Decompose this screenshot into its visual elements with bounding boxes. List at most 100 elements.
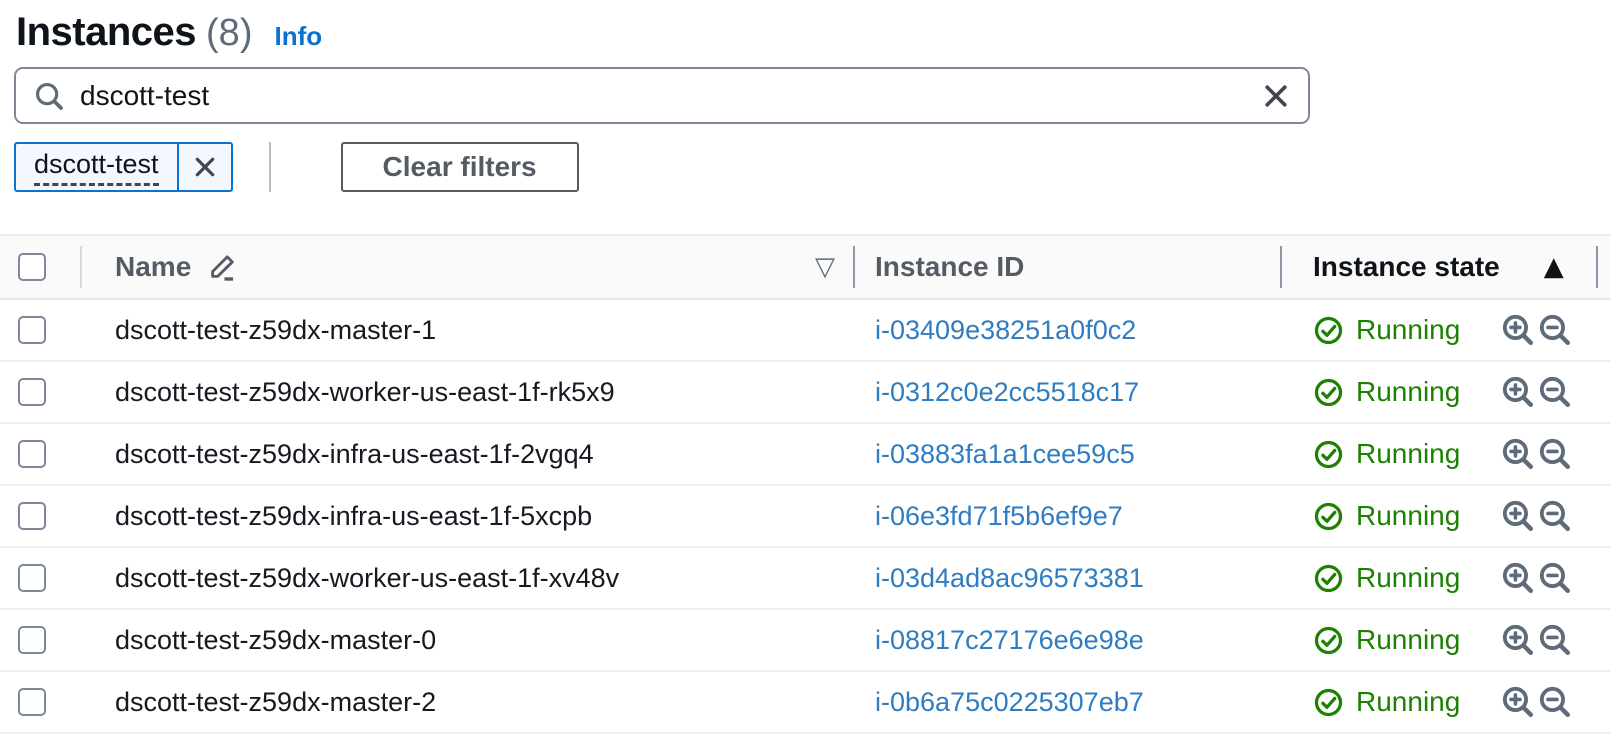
header-filler-cell [1598,236,1610,298]
column-header-instance-state[interactable]: Instance state ▲ [1282,236,1598,298]
instance-id-cell: i-0b6a75c0225307eb7 [855,672,1282,732]
instances-table: Name ▽ Instance ID Instance state ▲ dsco… [0,234,1610,734]
row-filler-cell [1598,300,1610,360]
status-running-icon [1314,378,1343,406]
status-badge: Running [1313,562,1460,594]
zoom-out-icon [1539,686,1570,717]
status-badge: Running [1313,500,1460,532]
name-cell: dscott-test-z59dx-infra-us-east-1f-2vgq4 [82,424,855,484]
instance-state-cell: Running [1282,486,1598,546]
sort-ascending-icon: ▲ [1543,252,1564,282]
zoom-out-filter-button[interactable] [1538,313,1572,347]
zoom-in-filter-button[interactable] [1501,499,1535,533]
zoom-in-filter-button[interactable] [1501,375,1535,409]
table-row: dscott-test-z59dx-infra-us-east-1f-2vgq4… [0,424,1610,486]
row-checkbox[interactable] [18,316,46,344]
status-badge: Running [1313,438,1460,470]
select-all-checkbox[interactable] [18,253,46,281]
status-text: Running [1356,624,1461,655]
edit-pencil-icon [207,252,237,282]
instance-id-link[interactable]: i-0b6a75c0225307eb7 [875,687,1144,718]
row-checkbox[interactable] [18,440,46,468]
column-header-instance-id[interactable]: Instance ID [855,236,1282,298]
status-badge: Running [1313,314,1460,346]
zoom-in-icon [1502,624,1533,655]
select-all-header-cell [0,236,82,298]
zoom-out-filter-button[interactable] [1538,561,1572,595]
zoom-out-filter-button[interactable] [1538,685,1572,719]
table-row: dscott-test-z59dx-worker-us-east-1f-xv48… [0,548,1610,610]
name-cell: dscott-test-z59dx-worker-us-east-1f-rk5x… [82,362,855,422]
zoom-out-filter-button[interactable] [1538,437,1572,471]
row-select-cell [0,300,82,360]
instance-state-cell: Running [1282,672,1598,732]
instance-state-cell: Running [1282,610,1598,670]
row-select-cell [0,672,82,732]
row-checkbox[interactable] [18,378,46,406]
page-title: Instances [16,10,197,54]
zoom-in-filter-button[interactable] [1501,313,1535,347]
row-checkbox[interactable] [18,688,46,716]
zoom-out-filter-button[interactable] [1538,623,1572,657]
search-box[interactable] [14,67,1310,124]
status-running-icon [1314,316,1343,344]
instance-state-cell: Running [1282,548,1598,608]
filter-token-dismiss-button[interactable] [179,144,231,190]
status-text: Running [1356,500,1461,531]
instance-id-link[interactable]: i-03d4ad8ac96573381 [875,563,1144,594]
status-text: Running [1356,314,1461,345]
instance-name: dscott-test-z59dx-infra-us-east-1f-2vgq4 [115,438,594,469]
column-header-name[interactable]: Name ▽ [82,236,855,298]
status-text: Running [1356,438,1461,469]
filter-separator [268,142,271,192]
table-header-row: Name ▽ Instance ID Instance state ▲ [0,236,1610,300]
zoom-out-filter-button[interactable] [1538,375,1572,409]
zoom-in-filter-button[interactable] [1501,561,1535,595]
zoom-out-icon [1539,562,1570,593]
zoom-in-filter-button[interactable] [1501,685,1535,719]
row-filler-cell [1598,424,1610,484]
instance-id-link[interactable]: i-08817c27176e6e98e [875,625,1144,656]
filter-token: dscott-test [14,142,233,192]
zoom-in-filter-button[interactable] [1501,437,1535,471]
status-badge: Running [1313,686,1460,718]
zoom-in-icon [1502,686,1533,717]
row-filler-cell [1598,672,1610,732]
clear-filters-button[interactable]: Clear filters [340,142,579,192]
instance-name: dscott-test-z59dx-worker-us-east-1f-xv48… [115,562,620,593]
instance-id-link[interactable]: i-0312c0e2cc5518c17 [875,377,1139,408]
instance-state-cell: Running [1282,424,1598,484]
instance-id-cell: i-03883fa1a1cee59c5 [855,424,1282,484]
instance-id-cell: i-03409e38251a0f0c2 [855,300,1282,360]
row-select-cell [0,548,82,608]
instance-id-link[interactable]: i-03409e38251a0f0c2 [875,315,1136,346]
info-link[interactable]: Info [274,21,322,52]
zoom-out-icon [1539,314,1570,345]
zoom-in-icon [1502,438,1533,469]
zoom-out-icon [1539,376,1570,407]
state-filter-icons [1501,437,1572,471]
instance-id-link[interactable]: i-06e3fd71f5b6ef9e7 [875,501,1123,532]
zoom-out-icon [1539,500,1570,531]
row-checkbox[interactable] [18,626,46,654]
instance-state-cell: Running [1282,300,1598,360]
state-filter-icons [1501,623,1572,657]
row-select-cell [0,610,82,670]
zoom-in-filter-button[interactable] [1501,623,1535,657]
instance-name: dscott-test-z59dx-master-1 [115,314,437,345]
search-input[interactable] [78,78,1260,113]
zoom-out-filter-button[interactable] [1538,499,1572,533]
table-row: dscott-test-z59dx-master-1 i-03409e38251… [0,300,1610,362]
status-running-icon [1314,688,1343,716]
filter-row: dscott-test Clear filters [14,142,1610,192]
state-filter-icons [1501,561,1572,595]
zoom-in-icon [1502,500,1533,531]
row-checkbox[interactable] [18,564,46,592]
row-checkbox[interactable] [18,502,46,530]
instance-id-link[interactable]: i-03883fa1a1cee59c5 [875,439,1135,470]
status-running-icon [1314,502,1343,530]
search-clear-button[interactable] [1260,80,1292,112]
name-cell: dscott-test-z59dx-master-0 [82,610,855,670]
status-text: Running [1356,376,1461,407]
close-icon [195,157,214,177]
